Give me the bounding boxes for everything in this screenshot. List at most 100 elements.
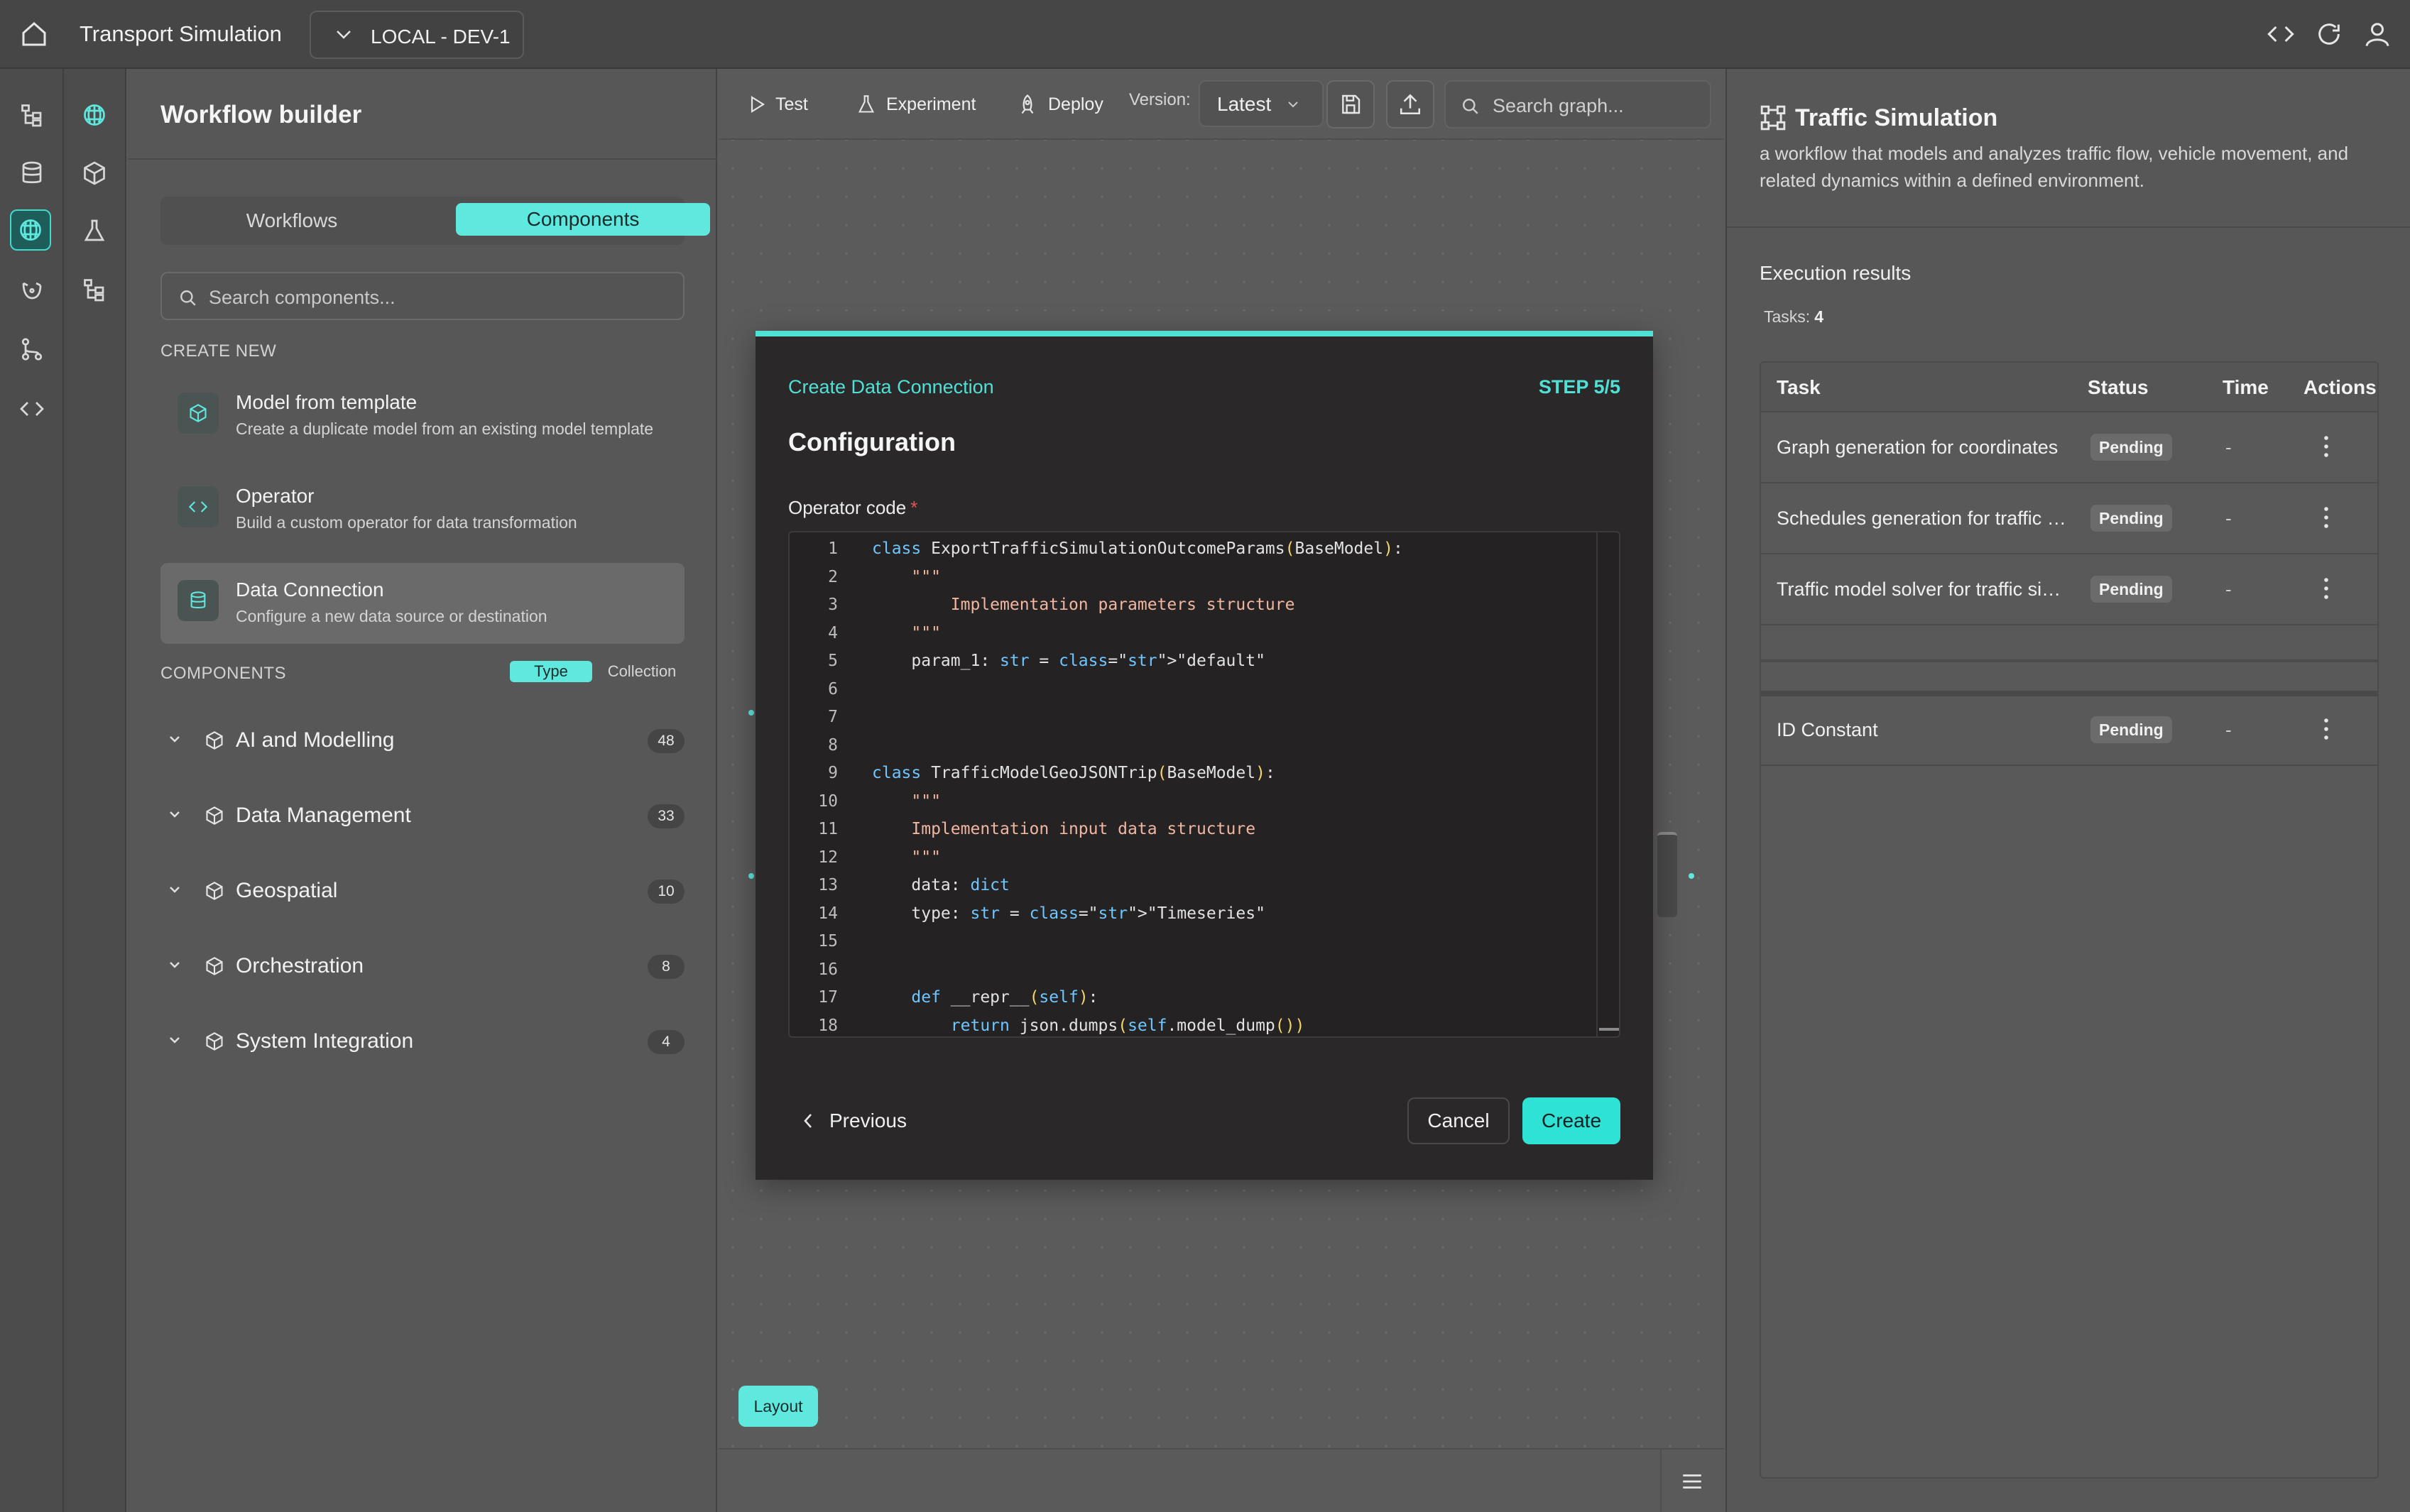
node-handle[interactable]	[748, 710, 754, 716]
line-number: 13	[818, 876, 838, 894]
primary-rail	[0, 69, 64, 1512]
task-name: Traffic model solver for traffic sim...	[1777, 579, 2068, 600]
code-line: 6	[790, 676, 1592, 704]
line-number: 12	[818, 848, 838, 867]
save-button[interactable]	[1326, 80, 1375, 128]
cancel-button[interactable]: Cancel	[1407, 1097, 1510, 1144]
code-line: 18 return json.dumps(self.model_dump())	[790, 1012, 1592, 1037]
category-system-integration[interactable]: System Integration 4	[160, 1020, 685, 1063]
code-text: """	[872, 791, 941, 811]
node-handle[interactable]	[748, 873, 754, 879]
task-name: ID Constant	[1777, 719, 1878, 740]
table-row[interactable]: Graph generation for coordinates Pending…	[1761, 412, 2377, 483]
play-icon	[750, 95, 765, 114]
component-search-input[interactable]	[209, 283, 663, 312]
modal-step-indicator: STEP 5/5	[1538, 376, 1620, 398]
create-item-title: Data Connection	[236, 579, 384, 601]
more-vertical-icon[interactable]	[2322, 716, 2330, 742]
user-icon[interactable]	[2363, 20, 2392, 48]
category-ai-and-modelling[interactable]: AI and Modelling 48	[160, 719, 685, 762]
refresh-icon[interactable]	[2315, 20, 2343, 48]
graph-search-input[interactable]	[1493, 92, 1699, 120]
create-model-from-template[interactable]: Model from template Create a duplicate m…	[160, 376, 685, 456]
toggle-type[interactable]: Type	[510, 661, 592, 682]
hierarchy-icon[interactable]	[74, 269, 115, 310]
workflow-graph-icon	[1760, 104, 1787, 131]
cube-icon	[205, 956, 224, 976]
graph-search[interactable]	[1444, 80, 1711, 128]
column-header-time: Time	[2223, 376, 2269, 398]
environment-select[interactable]: LOCAL - DEV-1	[310, 11, 524, 59]
code-horizontal-scrollbar[interactable]	[1599, 1028, 1619, 1031]
line-number: 18	[818, 1016, 838, 1035]
tasks-count-label: Tasks:	[1764, 307, 1811, 326]
upload-button[interactable]	[1386, 80, 1434, 128]
workflow-node[interactable]	[1657, 832, 1677, 917]
create-operator[interactable]: Operator Build a custom operator for dat…	[160, 469, 685, 550]
category-count-badge: 10	[648, 880, 685, 904]
cube-icon	[205, 806, 224, 826]
tab-components[interactable]: Components	[456, 203, 710, 236]
code-scrollbar-track[interactable]	[1596, 532, 1598, 1036]
task-time: -	[2225, 719, 2232, 740]
more-vertical-icon[interactable]	[2322, 505, 2330, 530]
canvas-bottom-bar	[719, 1448, 1724, 1512]
create-item-title: Operator	[236, 485, 315, 507]
bottom-bar-divider	[1660, 1448, 1662, 1512]
previous-button[interactable]: Previous	[802, 1097, 907, 1144]
task-time: -	[2225, 437, 2232, 458]
code-text: return json.dumps(self.model_dump())	[950, 1016, 1305, 1035]
line-number: 5	[828, 652, 838, 670]
brain-network-icon[interactable]	[74, 94, 115, 136]
tree-icon[interactable]	[11, 94, 53, 136]
code-text: class ExportTrafficSimulationOutcomePara…	[872, 539, 1403, 558]
category-geospatial[interactable]: Geospatial 10	[160, 870, 685, 912]
workflow-description: a workflow that models and analyzes traf…	[1760, 143, 2349, 191]
more-vertical-icon[interactable]	[2322, 576, 2330, 601]
environment-label: LOCAL - DEV-1	[371, 26, 511, 48]
test-button[interactable]: Test	[750, 90, 808, 119]
component-search[interactable]	[160, 272, 685, 320]
view-toggle: Type Collection	[510, 661, 685, 684]
database-icon[interactable]	[11, 153, 53, 194]
code-brackets-icon[interactable]	[11, 388, 53, 429]
layout-button[interactable]: Layout	[738, 1386, 818, 1427]
create-data-connection[interactable]: Data Connection Configure a new data sou…	[160, 563, 685, 644]
code-icon[interactable]	[2267, 20, 2295, 48]
category-count-badge: 4	[648, 1030, 685, 1054]
git-branch-icon[interactable]	[11, 329, 53, 370]
flask-icon[interactable]	[74, 211, 115, 252]
category-orchestration[interactable]: Orchestration 8	[160, 945, 685, 987]
deploy-button[interactable]: Deploy	[1017, 90, 1103, 119]
table-row[interactable]: Traffic model solver for traffic sim... …	[1761, 554, 2377, 625]
table-row[interactable]: Schedules generation for traffic s... Pe…	[1761, 483, 2377, 554]
cube-icon[interactable]	[74, 153, 115, 194]
code-line: 3 Implementation parameters structure	[790, 591, 1592, 620]
version-select[interactable]: Latest	[1199, 80, 1324, 127]
create-button[interactable]: Create	[1522, 1097, 1620, 1144]
code-line: 11 Implementation input data structure	[790, 816, 1592, 844]
tab-workflows[interactable]: Workflows	[160, 197, 423, 245]
status-badge: Pending	[2090, 505, 2172, 532]
cube-icon	[178, 393, 219, 434]
toggle-collection[interactable]: Collection	[601, 661, 683, 682]
node-handle[interactable]	[1689, 873, 1694, 879]
operator-code-label-text: Operator code	[788, 497, 907, 518]
operator-code-editor[interactable]: 1 class ExportTrafficSimulationOutcomePar…	[788, 531, 1620, 1038]
code-line: 9 class TrafficModelGeoJSONTrip(BaseModel…	[790, 760, 1592, 788]
experiment-button[interactable]: Experiment	[856, 90, 976, 119]
code-text: data: dict	[872, 876, 1010, 894]
canvas-toolbar: Test Experiment Deploy Version: Latest	[719, 69, 1724, 140]
table-row[interactable]: ID Constant Pending -	[1761, 695, 2377, 766]
chevron-down-icon	[169, 885, 180, 894]
brain-icon[interactable]	[10, 209, 51, 251]
sidebar-tabs: Workflows Components	[160, 197, 710, 245]
line-number: 4	[828, 623, 838, 642]
robot-icon[interactable]	[11, 269, 53, 310]
menu-icon[interactable]	[1680, 1471, 1704, 1492]
code-line: 4 """	[790, 620, 1592, 648]
category-data-management[interactable]: Data Management 33	[160, 794, 685, 837]
task-name: Schedules generation for traffic s...	[1777, 508, 2068, 529]
more-vertical-icon[interactable]	[2322, 434, 2330, 459]
home-icon[interactable]	[20, 20, 48, 48]
